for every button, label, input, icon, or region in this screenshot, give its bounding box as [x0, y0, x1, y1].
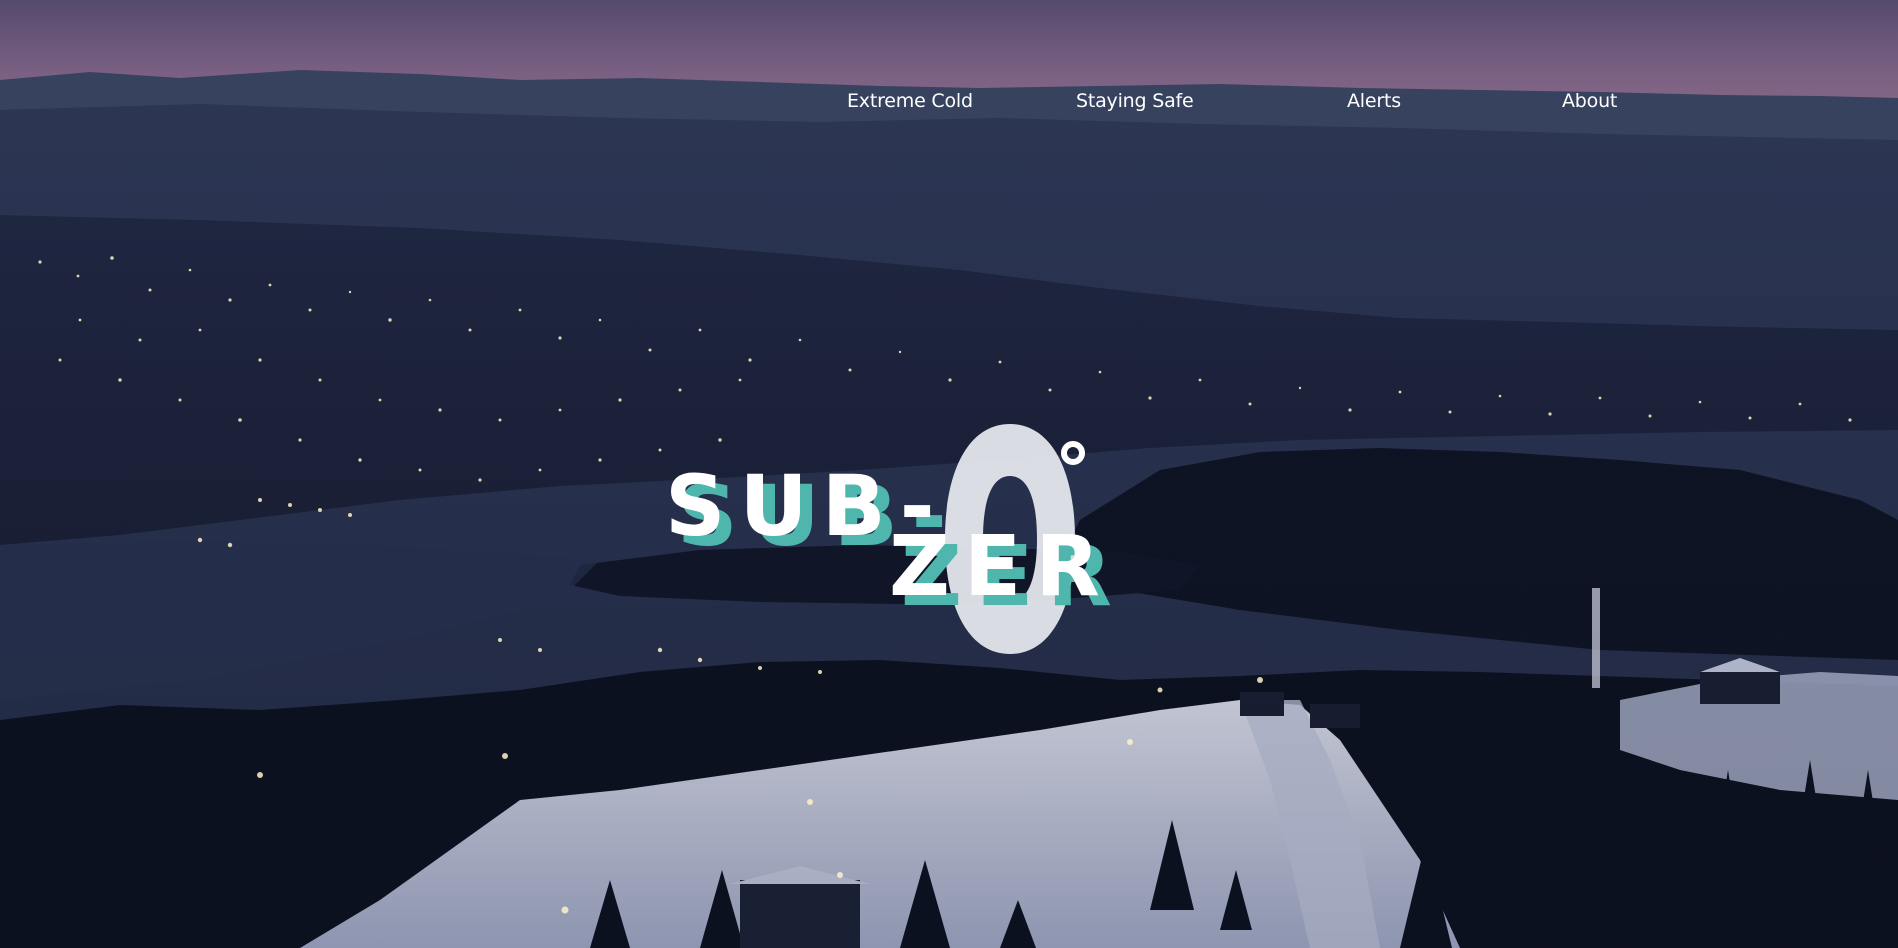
hero-section: Extreme Cold Staying Safe Alerts About S… — [0, 0, 1898, 948]
nav-link-about[interactable]: About — [1562, 88, 1617, 114]
site-logo[interactable]: SUB- ZER — [655, 418, 1135, 668]
logo-text-line2: ZER — [889, 517, 1114, 615]
logo-degree-icon — [1061, 441, 1085, 465]
nav-link-staying-safe[interactable]: Staying Safe — [1076, 88, 1194, 114]
nav-link-alerts[interactable]: Alerts — [1347, 88, 1401, 114]
nav-link-extreme-cold[interactable]: Extreme Cold — [847, 88, 973, 114]
